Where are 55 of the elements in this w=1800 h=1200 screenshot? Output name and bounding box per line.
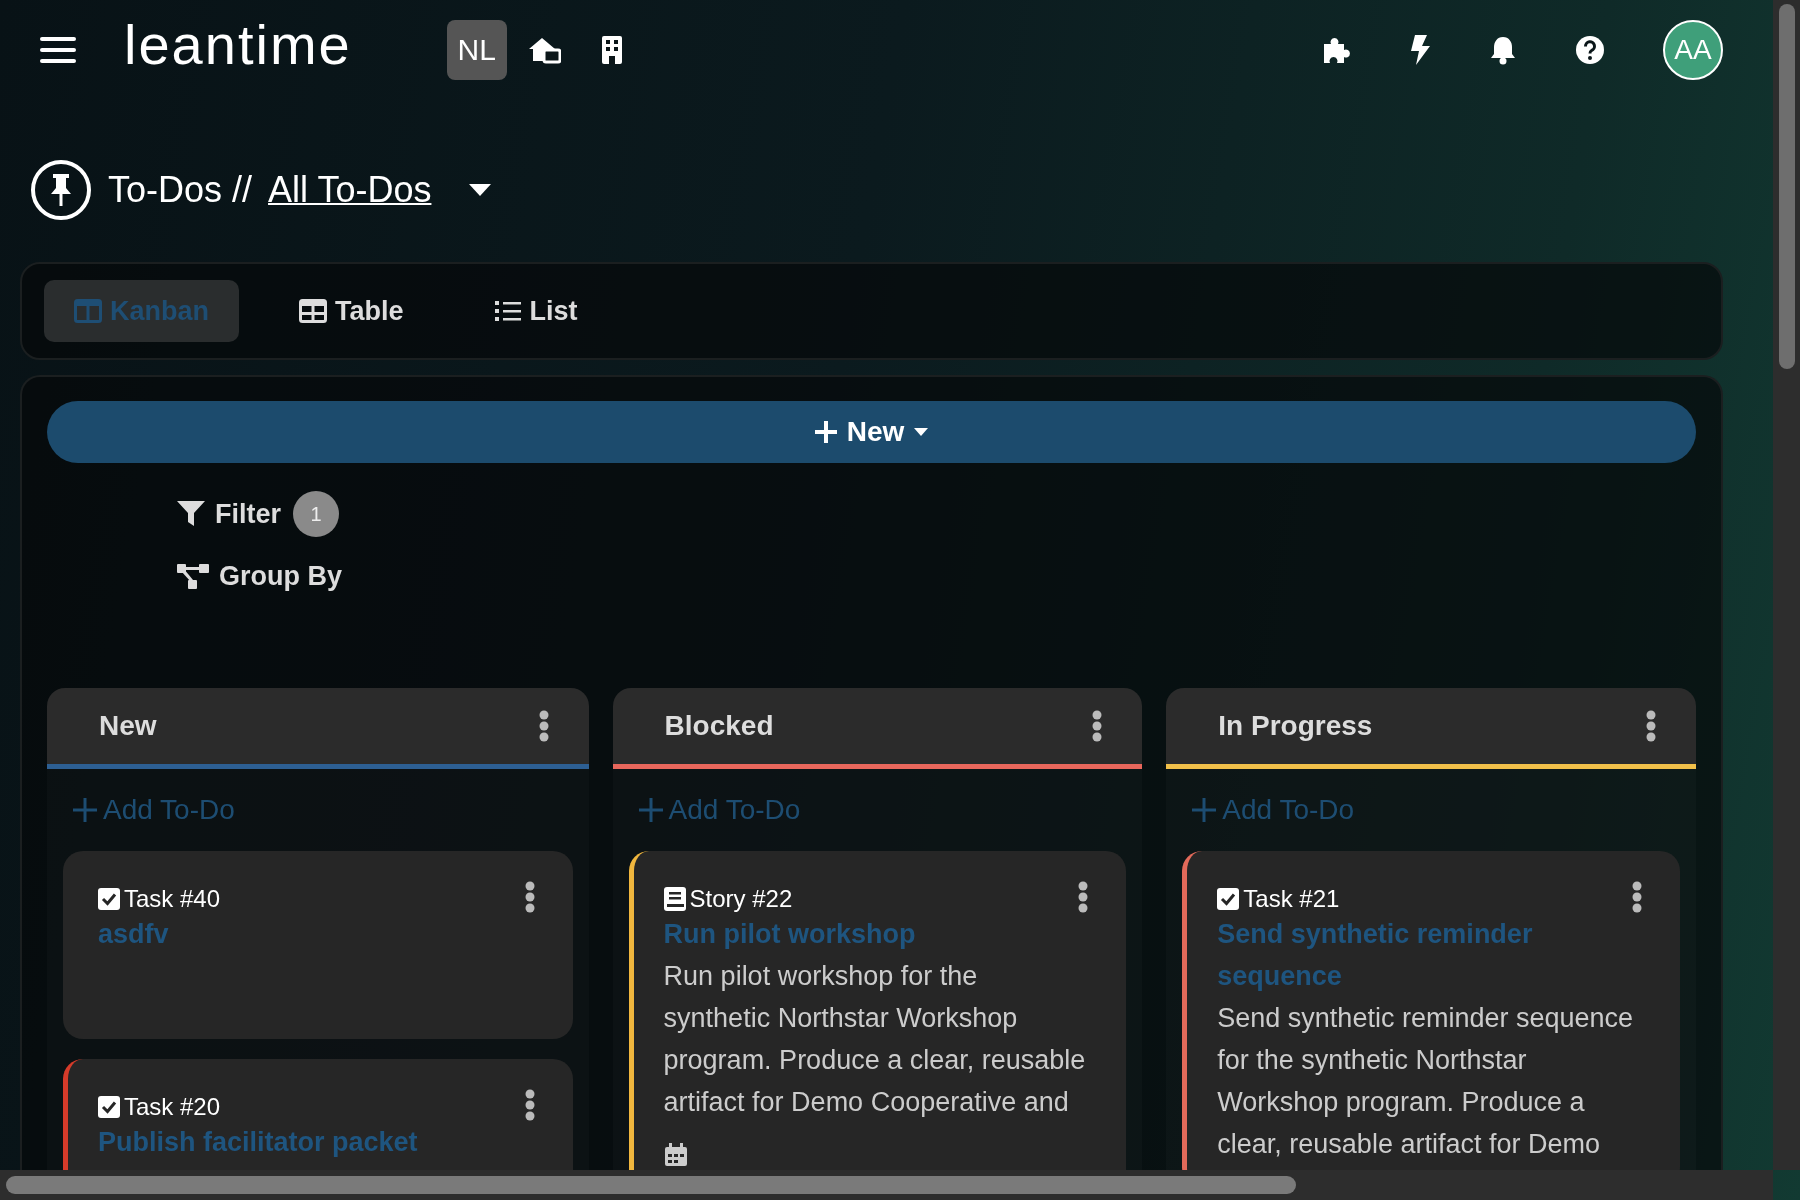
checkbox-icon [98, 888, 120, 910]
lightning-icon[interactable] [1409, 34, 1431, 66]
column-title: New [99, 710, 157, 742]
todo-card[interactable]: Task #20 Publish facilitator packet [63, 1059, 573, 1170]
plus-icon [1192, 798, 1217, 822]
table-icon [299, 299, 327, 323]
card-type-label: Task #21 [1243, 885, 1340, 913]
todo-card[interactable]: Story #22 Run pilot workshop Run pilot workshop for the synthetic Northstar Workshop program. Produce a clear, reusable artifact for Demo Cooperative and [628, 851, 1127, 1170]
checkbox-icon [1217, 888, 1240, 910]
group-icon [177, 563, 209, 590]
vertical-scrollbar[interactable] [1773, 0, 1800, 1170]
more-icon[interactable] [524, 881, 535, 913]
card-description: Run pilot workshop for the synthetic Northstar Workshop program. Produce a clear, reusable artifact for Demo Cooperative and [663, 960, 1087, 1119]
card-type-label: Task #40 [124, 885, 221, 913]
book-icon [663, 887, 686, 911]
plus-icon [638, 798, 663, 822]
list-icon [493, 299, 522, 323]
filter-icon [177, 501, 205, 527]
more-icon[interactable] [524, 1089, 535, 1121]
horizontal-scrollbar[interactable] [0, 1170, 1773, 1200]
view-tab[interactable]: List [463, 280, 608, 342]
more-icon[interactable] [1646, 710, 1656, 742]
card-type-label: Story #22 [689, 885, 793, 913]
pin-icon [30, 159, 92, 221]
logo[interactable]: leantime [124, 11, 352, 77]
kanban-icon [74, 299, 102, 323]
calendar-icon[interactable] [663, 1143, 688, 1167]
caret-icon[interactable] [469, 183, 492, 197]
new-button[interactable]: New [47, 401, 1696, 463]
more-icon[interactable] [538, 710, 549, 742]
more-icon[interactable] [1092, 710, 1103, 742]
group-by-button[interactable]: Group By [177, 561, 342, 592]
puzzle-icon[interactable] [1321, 35, 1351, 65]
breadcrumb-title: To-Dos // [108, 169, 253, 211]
column-title: Blocked [664, 710, 774, 742]
card-type-label: Task #20 [124, 1093, 221, 1121]
filter-count: 1 [293, 491, 339, 537]
help-icon[interactable] [1575, 35, 1605, 65]
caret-icon [914, 427, 929, 437]
checkbox-icon [98, 1096, 120, 1118]
view-link[interactable]: All To-Dos [268, 169, 440, 211]
building-icon[interactable] [600, 35, 623, 65]
column-title: In Progress [1218, 710, 1373, 742]
view-tab[interactable]: Table [269, 280, 434, 342]
more-icon[interactable] [1632, 881, 1642, 913]
card-description: Send synthetic reminder sequence for the synthetic Northstar Workshop program. Produce a clear, reusable artifact for Demo [1217, 1002, 1635, 1161]
bell-icon[interactable] [1489, 35, 1517, 65]
project-badge[interactable]: NL [446, 20, 507, 80]
menu-icon[interactable] [40, 35, 76, 65]
todo-card[interactable]: Task #40 asdfv [63, 851, 573, 1039]
plus-icon [814, 421, 837, 443]
plus-icon [73, 798, 97, 822]
todo-card[interactable]: Task #21 Send synthetic reminder sequence Send synthetic reminder sequence for the synthetic Northstar Workshop program. Produce a clear, reusable artifact for Demo [1182, 851, 1680, 1170]
more-icon[interactable] [1078, 881, 1089, 913]
filter-button[interactable]: Filter [177, 498, 281, 530]
